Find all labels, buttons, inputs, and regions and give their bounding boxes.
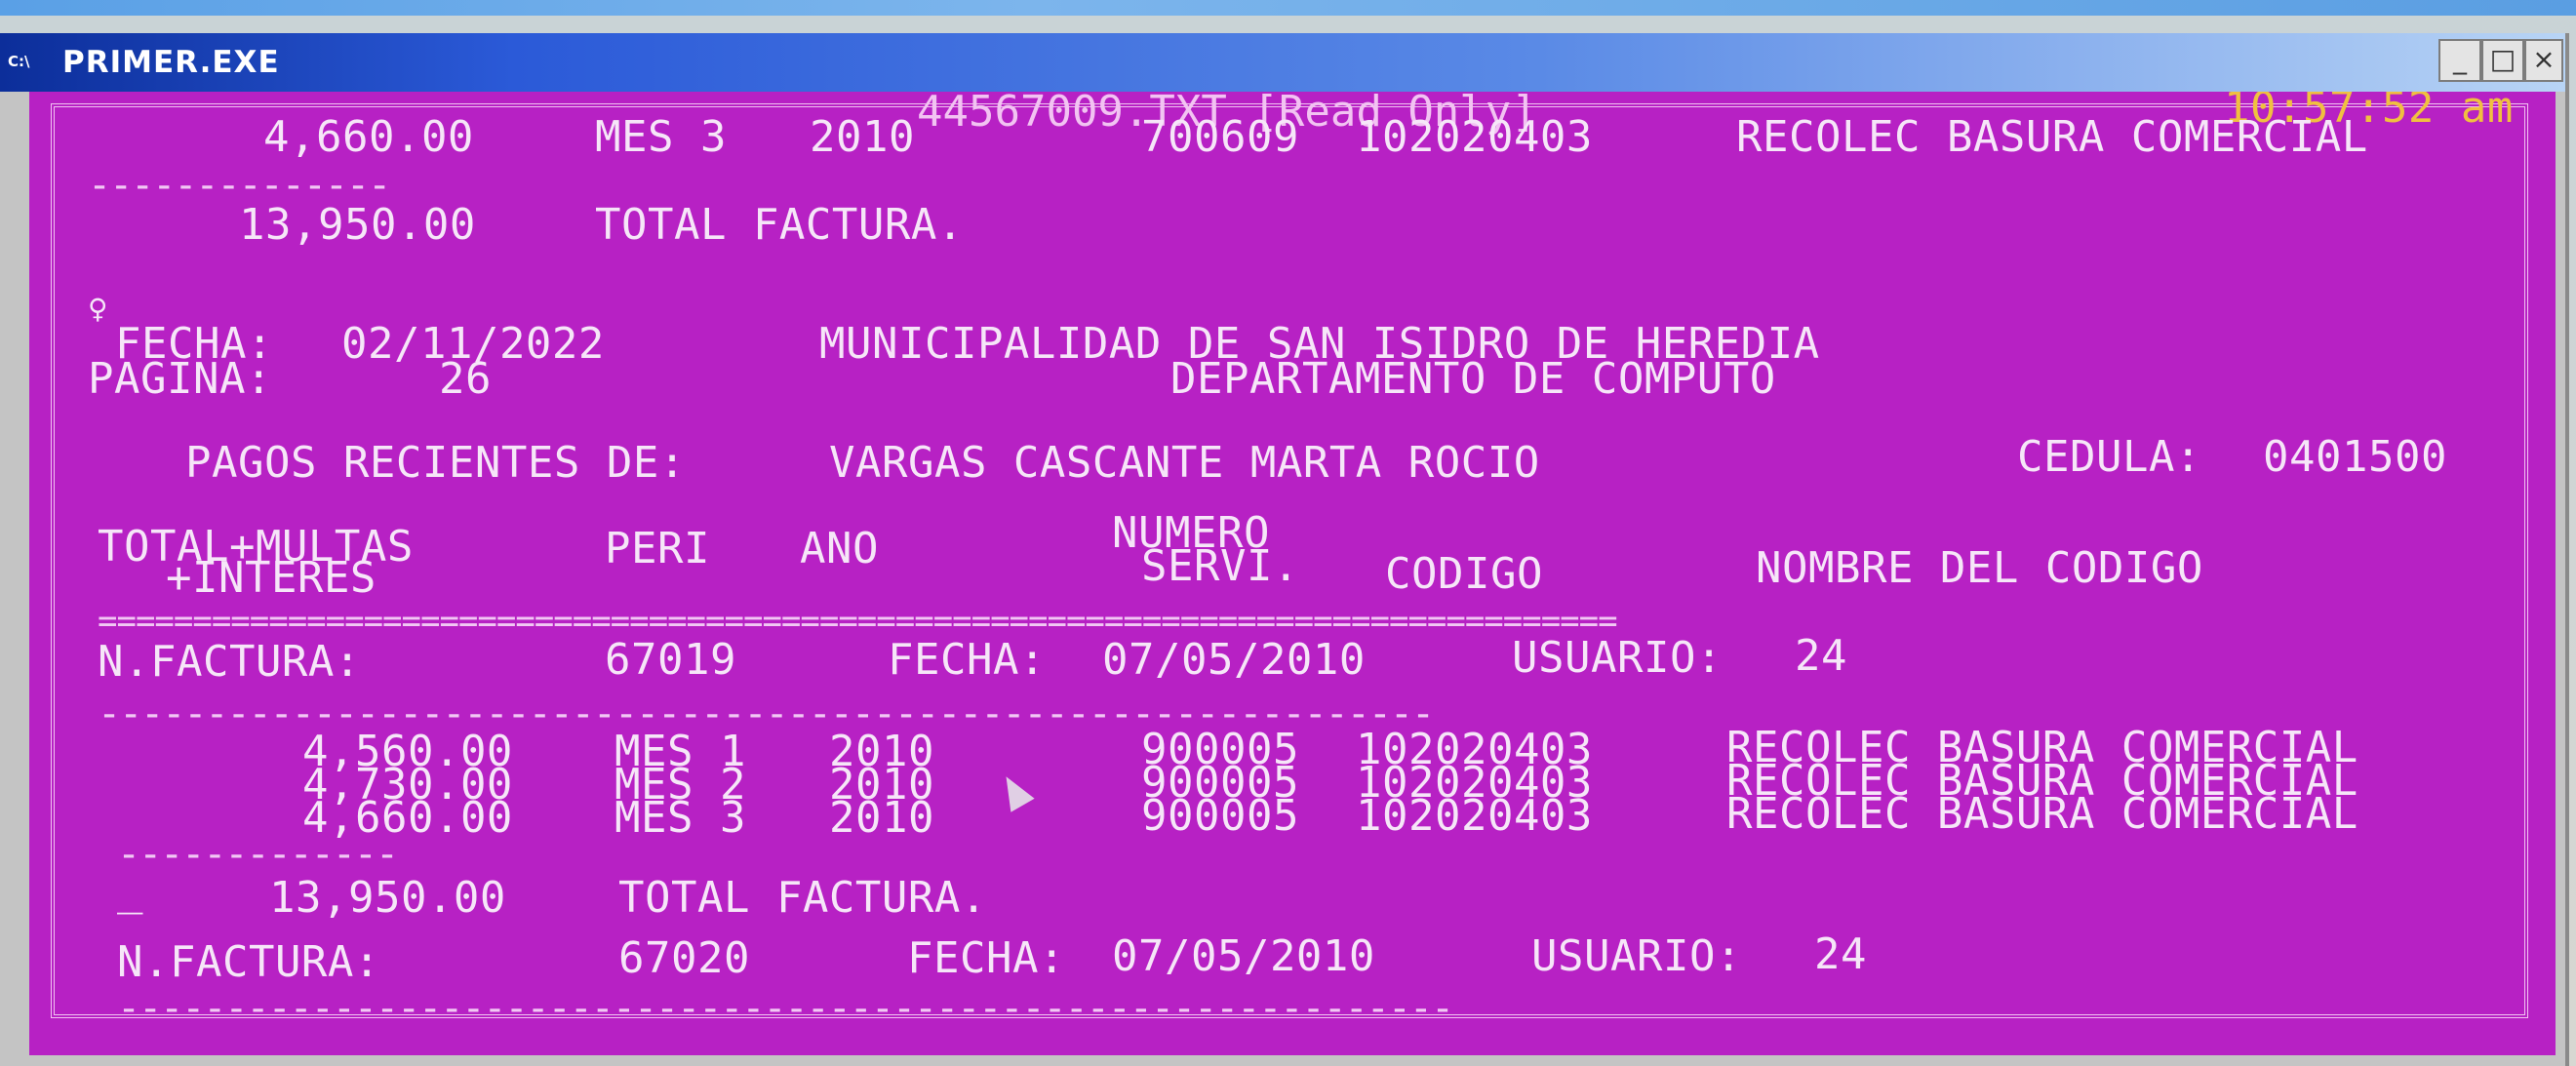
prev-amount: 4,660.00 bbox=[263, 112, 474, 162]
double-rule: ========================================… bbox=[98, 609, 1618, 634]
prev-total-amount: 13,950.00 bbox=[239, 200, 476, 250]
pagos-label: PAGOS RECIENTES DE: bbox=[185, 438, 686, 488]
console-window[interactable]: C:\ PRIMER.EXE _ □ × 44567009.TXT [Read … bbox=[0, 33, 2569, 1066]
pagina-value: 26 bbox=[439, 354, 492, 404]
col-numero-line2: SERVI. bbox=[1141, 541, 1299, 591]
row3-num: 900005 bbox=[1141, 791, 1299, 841]
prev-year: 2010 bbox=[810, 112, 915, 162]
pagos-name: VARGAS CASCANTE MARTA ROCIO bbox=[829, 438, 1540, 488]
col-ano: ANO bbox=[800, 524, 879, 573]
invoice1-label: N.FACTURA: bbox=[98, 637, 361, 687]
console-app-icon: C:\ bbox=[8, 53, 30, 70]
cedula-value: 0401500 bbox=[2263, 432, 2447, 482]
prev-name: RECOLEC BASURA COMERCIAL bbox=[1736, 112, 2368, 162]
col-peri: PERI bbox=[605, 524, 710, 573]
pagina-label: PAGINA: bbox=[88, 354, 272, 404]
invoice1-usuario: 24 bbox=[1795, 631, 1847, 681]
invoice2-usuario-label: USUARIO: bbox=[1531, 931, 1742, 981]
invoice2-usuario: 24 bbox=[1814, 929, 1867, 979]
row3-year: 2010 bbox=[829, 793, 934, 843]
minimize-button[interactable]: _ bbox=[2438, 39, 2481, 82]
col-codigo: CODIGO bbox=[1385, 549, 1543, 599]
invoice2-fecha-label: FECHA: bbox=[907, 933, 1065, 983]
row3-code: 102020403 bbox=[1356, 791, 1593, 841]
col-nombre: NOMBRE DEL CODIGO bbox=[1756, 543, 2203, 593]
window-title: PRIMER.EXE bbox=[62, 45, 280, 80]
prev-dash-rule: -------------- bbox=[88, 174, 390, 197]
invoice1-total-label: TOTAL FACTURA. bbox=[618, 873, 987, 923]
invoice2-dash-rule: ----------------------------------------… bbox=[117, 997, 1454, 1020]
invoice1-fecha-label: FECHA: bbox=[888, 635, 1046, 685]
prev-total-label: TOTAL FACTURA. bbox=[595, 200, 964, 250]
female-symbol: ♀ bbox=[88, 290, 108, 329]
title-bar[interactable]: C:\ PRIMER.EXE _ □ × bbox=[0, 33, 2565, 92]
row3-amount: 4,660.00 bbox=[302, 793, 513, 843]
dos-screen[interactable]: 44567009.TXT [Read Only] 10:57:52 am 4,6… bbox=[29, 92, 2556, 1055]
invoice1-total-dash: ------------- bbox=[117, 843, 398, 866]
invoice1-number: 67019 bbox=[605, 635, 736, 685]
row3-name: RECOLEC BASURA COMERCIAL bbox=[1726, 789, 2358, 839]
invoice2-label: N.FACTURA: bbox=[117, 937, 380, 987]
prev-num: 700609 bbox=[1141, 112, 1299, 162]
invoice2-number: 67020 bbox=[618, 933, 750, 983]
cedula-label: CEDULA: bbox=[2017, 432, 2201, 482]
dept-name: DEPARTAMENTO DE COMPUTO bbox=[1170, 354, 1776, 404]
row3-period: MES 3 bbox=[614, 793, 746, 843]
invoice1-usuario-label: USUARIO: bbox=[1512, 633, 1723, 683]
desktop-top-strip bbox=[0, 0, 2576, 16]
invoice2-fecha: 07/05/2010 bbox=[1112, 931, 1375, 981]
prev-period: MES 3 bbox=[595, 112, 727, 162]
col-total-line2: +INTERES bbox=[166, 553, 376, 603]
maximize-button[interactable]: □ bbox=[2481, 39, 2524, 82]
text-cursor: _ bbox=[117, 865, 143, 915]
close-button[interactable]: × bbox=[2524, 39, 2563, 82]
invoice1-fecha: 07/05/2010 bbox=[1102, 635, 1366, 685]
invoice1-total-amount: 13,950.00 bbox=[269, 873, 506, 923]
prev-code: 102020403 bbox=[1356, 112, 1593, 162]
